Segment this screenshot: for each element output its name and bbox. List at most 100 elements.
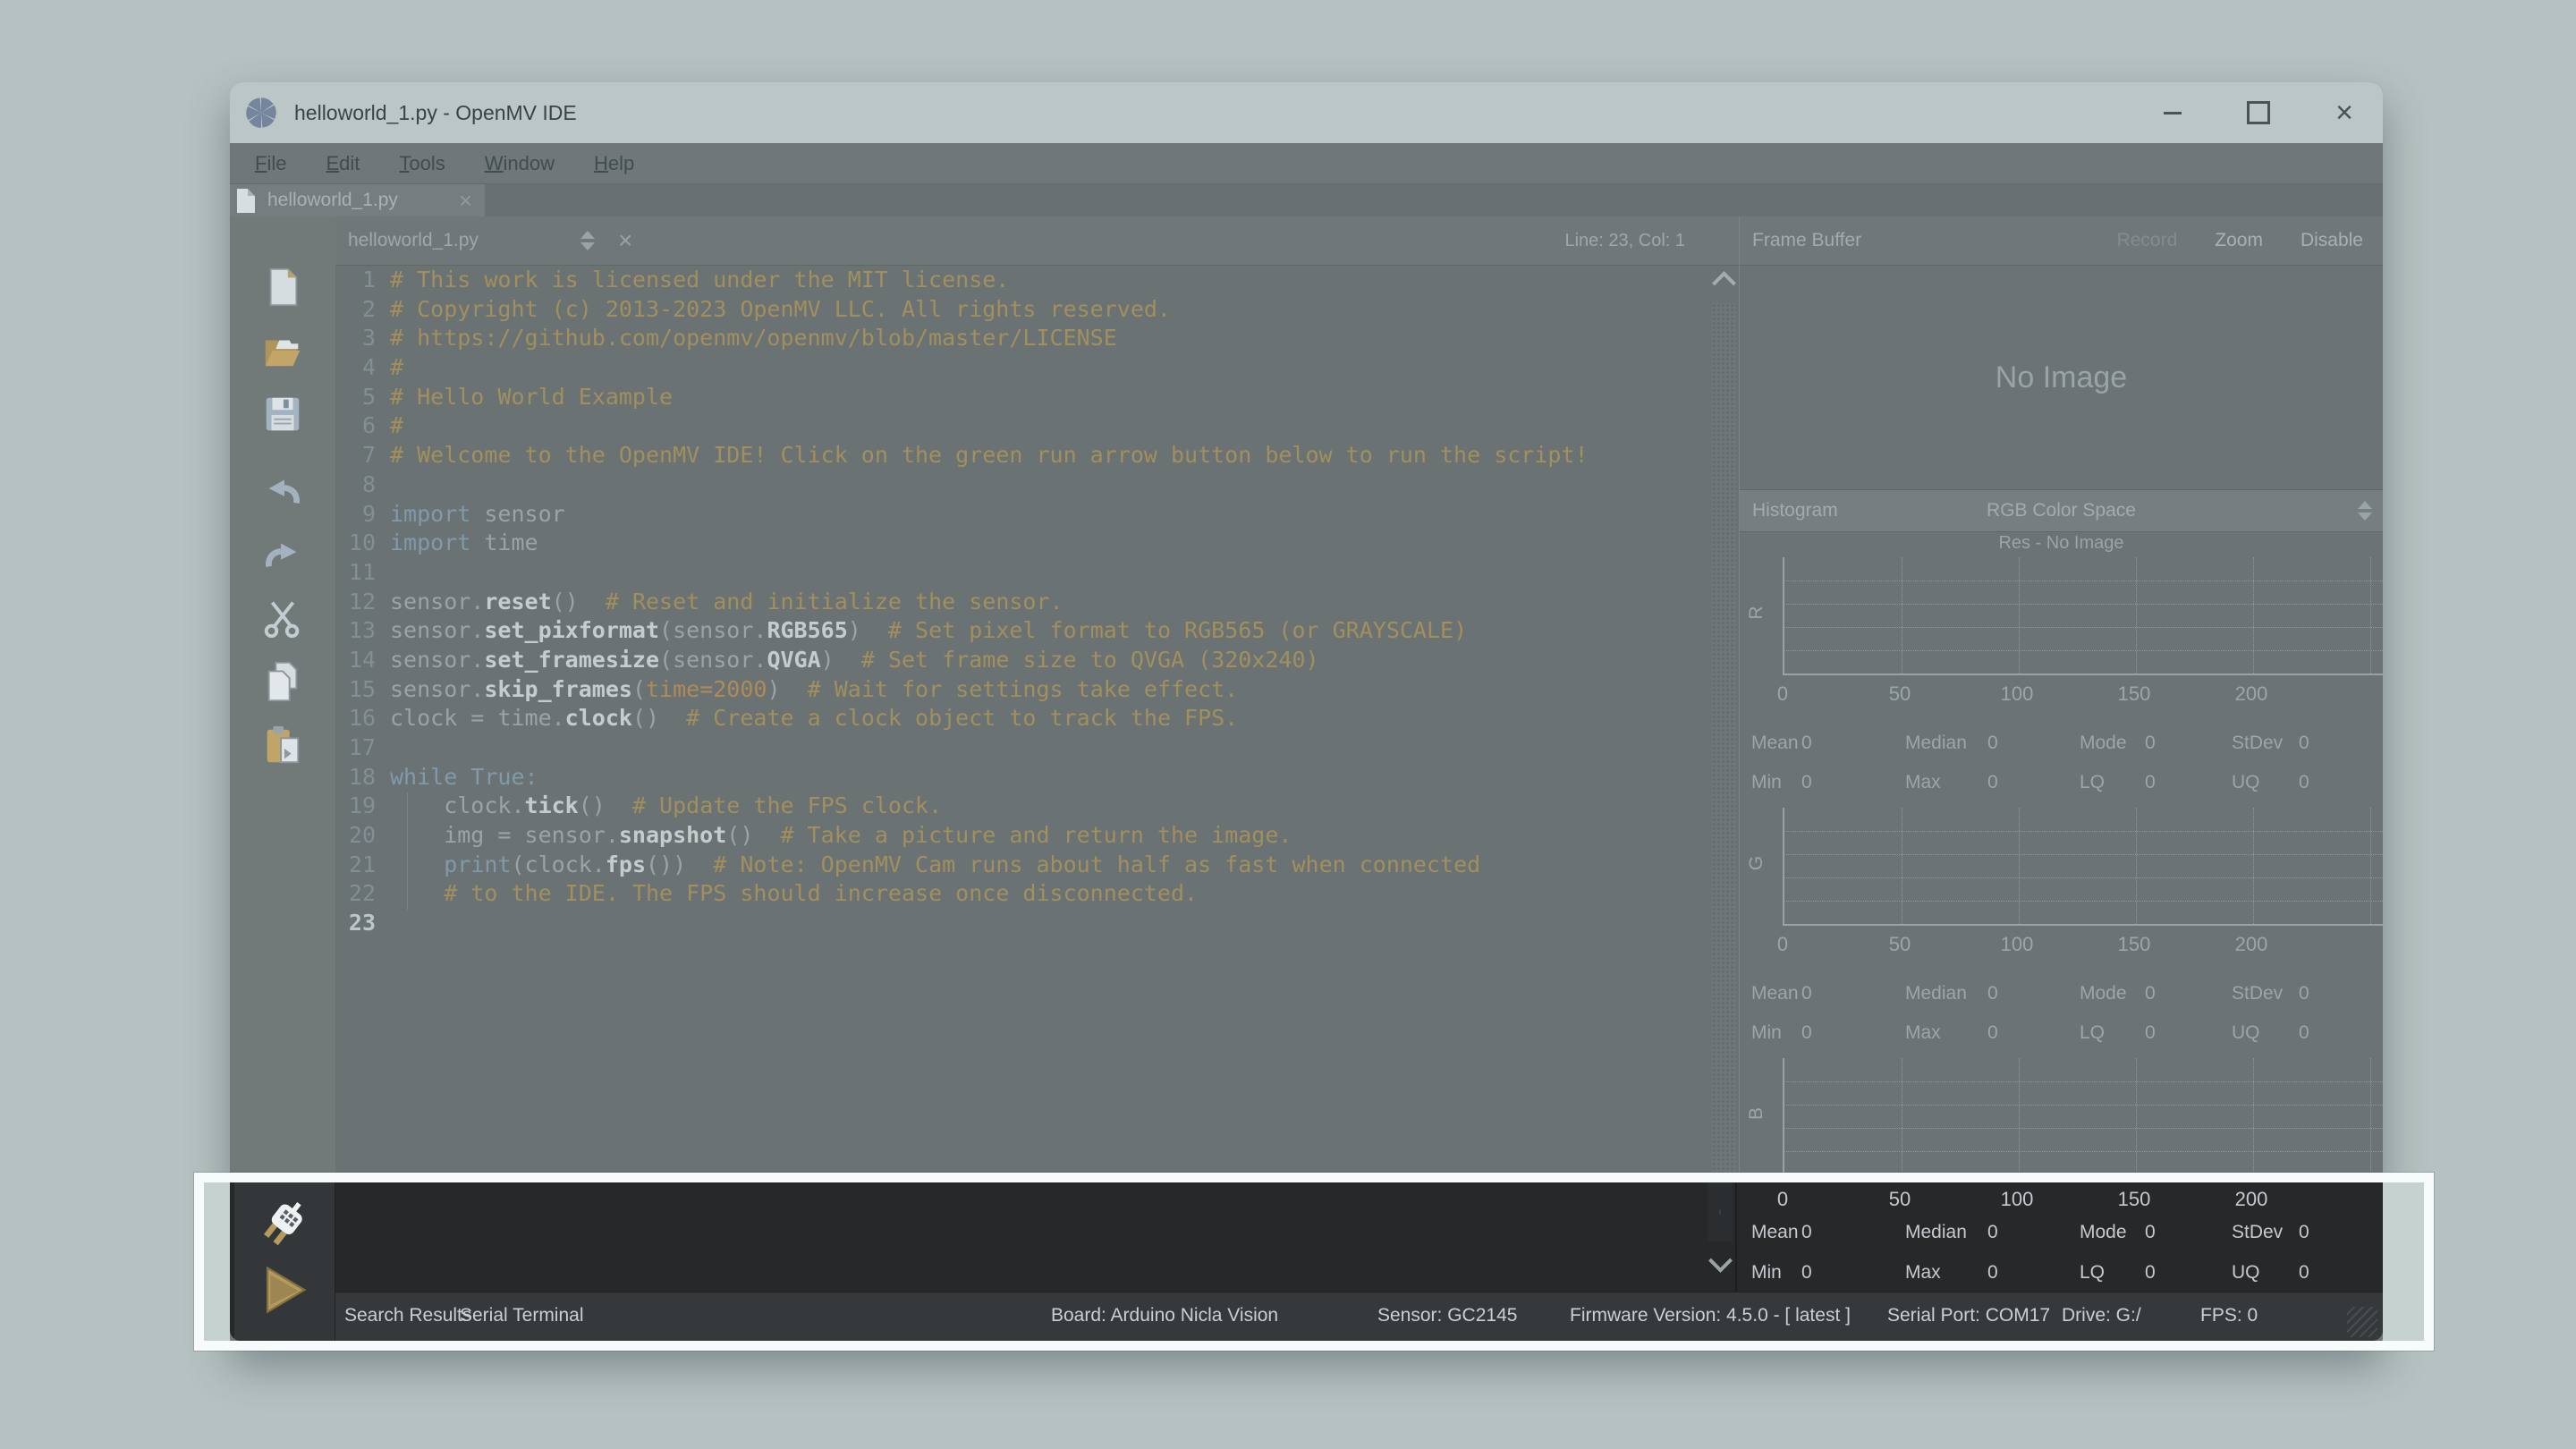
scrollbar-bottom[interactable] (1705, 1182, 1735, 1292)
gridline (1784, 580, 2383, 581)
code-line: 5# Hello World Example (335, 383, 1739, 412)
gridline (1784, 877, 2383, 878)
stat-label: StDev (2232, 733, 2283, 754)
code-line: 14sensor.set_framesize(sensor.QVGA) # Se… (335, 646, 1739, 675)
close-button[interactable]: × (2329, 97, 2360, 128)
line-text: # Hello World Example (390, 383, 673, 412)
gridline (1784, 650, 2383, 651)
menu-help[interactable]: Help (594, 152, 634, 175)
window-title: helloworld_1.py - OpenMV IDE (294, 101, 577, 125)
scrollbar-handle-end[interactable] (1707, 1182, 1733, 1241)
gridline (2370, 808, 2371, 924)
histogram-header: Histogram RGB Color Space (1740, 490, 2383, 532)
line-number: 23 (335, 909, 383, 938)
bottom-toolbar (234, 1182, 335, 1341)
tick-label: 0 (1777, 1188, 1788, 1211)
open-file-selector[interactable]: helloworld_1.py (348, 230, 572, 251)
maximize-icon (2247, 101, 2270, 124)
menu-file[interactable]: File (255, 152, 286, 175)
code-line: 18while True: (335, 763, 1739, 792)
line-number: 17 (335, 733, 383, 763)
maximize-button[interactable] (2243, 97, 2274, 128)
histogram-G-section: G050100150200Mean0Median0Mode0StDev0Min0… (1740, 808, 2383, 1058)
line-number: 5 (335, 383, 383, 412)
histogram-R-section: R050100150200Mean0Median0Mode0StDev0Min0… (1740, 557, 2383, 808)
line-text: # (390, 411, 403, 441)
zoom-button[interactable]: Zoom (2215, 230, 2263, 251)
line-number: 2 (335, 295, 383, 325)
code-line: 20 img = sensor.snapshot() # Take a pict… (335, 821, 1739, 851)
save-icon[interactable] (260, 392, 305, 436)
gridline (1784, 604, 2383, 605)
color-space-select[interactable]: RGB Color Space (1740, 500, 2383, 521)
line-text: sensor.set_pixformat(sensor.RGB565) # Se… (390, 616, 1467, 646)
code-line: 17 (335, 733, 1739, 763)
stat-value: 0 (2299, 1262, 2309, 1284)
undo-icon[interactable] (260, 469, 305, 513)
redo-icon[interactable] (260, 532, 305, 577)
stat-value: 0 (1987, 1222, 1998, 1243)
open-folder-icon[interactable] (260, 328, 305, 373)
stat-label: StDev (2232, 1222, 2283, 1243)
minimize-button[interactable] (2157, 97, 2188, 128)
gridline (1784, 831, 2383, 832)
stat-value: 0 (2299, 733, 2309, 754)
openmv-logo-icon (242, 94, 280, 131)
menu-edit[interactable]: Edit (326, 152, 360, 175)
connect-button[interactable] (258, 1199, 310, 1250)
scroll-up-icon[interactable] (1712, 271, 1736, 295)
stat-value: 0 (1801, 1222, 1812, 1243)
panel-divider (1735, 1182, 1737, 1292)
x-axis-ticks: 050100150200 (1740, 933, 2383, 958)
stat-label: LQ (2080, 1022, 2105, 1044)
frame-buffer-header: Frame Buffer Record Zoom Disable (1740, 216, 2383, 266)
line-text: img = sensor.snapshot() # Take a picture… (390, 821, 1292, 851)
histogram-R-plot (1783, 557, 2383, 675)
line-text: # This work is licensed under the MIT li… (390, 266, 1009, 295)
gridline (2136, 1058, 2137, 1174)
record-button[interactable]: Record (2117, 230, 2178, 251)
gridline (1784, 1081, 2383, 1082)
color-space-spinner-icon[interactable] (2358, 501, 2372, 521)
bottom-tab-serial-terminal[interactable]: Serial Terminal (460, 1305, 584, 1326)
stat-value: 0 (1987, 1022, 1998, 1044)
highlight-margin-left (204, 1182, 230, 1341)
tab-close-icon[interactable]: × (459, 187, 472, 215)
tab-helloworld[interactable]: helloworld_1.py × (230, 184, 485, 216)
copy-icon[interactable] (260, 659, 305, 704)
gridline (1784, 1105, 2383, 1106)
code-line: 15sensor.skip_frames(time=2000) # Wait f… (335, 675, 1739, 705)
run-script-button[interactable] (258, 1263, 310, 1315)
status-item: Firmware Version: 4.5.0 - [ latest ] (1570, 1305, 1851, 1326)
tick-label: 100 (2001, 1188, 2034, 1211)
resolution-label: Res - No Image (1740, 532, 2383, 557)
disable-button[interactable]: Disable (2301, 230, 2363, 251)
tick-label: 50 (1889, 933, 1911, 956)
file-switch-spinner-icon[interactable] (580, 231, 595, 250)
editor-close-icon[interactable]: × (618, 226, 632, 255)
stat-value: 0 (1801, 983, 1812, 1004)
code-line: 8 (335, 470, 1739, 500)
bottom-tab-search-results[interactable]: Search Results (344, 1305, 471, 1326)
scroll-down-icon[interactable] (1708, 1249, 1733, 1273)
bottom-panel-region: 050100150200Mean0Median0Mode0StDev0Min0M… (230, 1182, 2383, 1341)
stat-label: LQ (2080, 1262, 2105, 1284)
frame-buffer-view: No Image (1740, 266, 2383, 490)
stat-value: 0 (2299, 1022, 2309, 1044)
menu-bar: File Edit Tools Window Help (230, 143, 2383, 184)
new-file-icon[interactable] (260, 265, 305, 309)
title-bar[interactable]: helloworld_1.py - OpenMV IDE × (230, 82, 2383, 143)
gridline (1784, 1151, 2383, 1152)
stat-label: Mean (1751, 733, 1799, 754)
paste-icon[interactable] (260, 723, 305, 767)
line-text: clock.tick() # Update the FPS clock. (390, 792, 942, 821)
resize-grip[interactable] (2347, 1307, 2377, 1337)
gridline (2019, 1058, 2020, 1174)
menu-tools[interactable]: Tools (399, 152, 445, 175)
stat-value: 0 (2299, 772, 2309, 793)
cut-icon[interactable] (260, 596, 305, 640)
line-number: 12 (335, 588, 383, 617)
line-number: 15 (335, 675, 383, 705)
indent-guide (407, 792, 408, 910)
menu-window[interactable]: Window (485, 152, 555, 175)
